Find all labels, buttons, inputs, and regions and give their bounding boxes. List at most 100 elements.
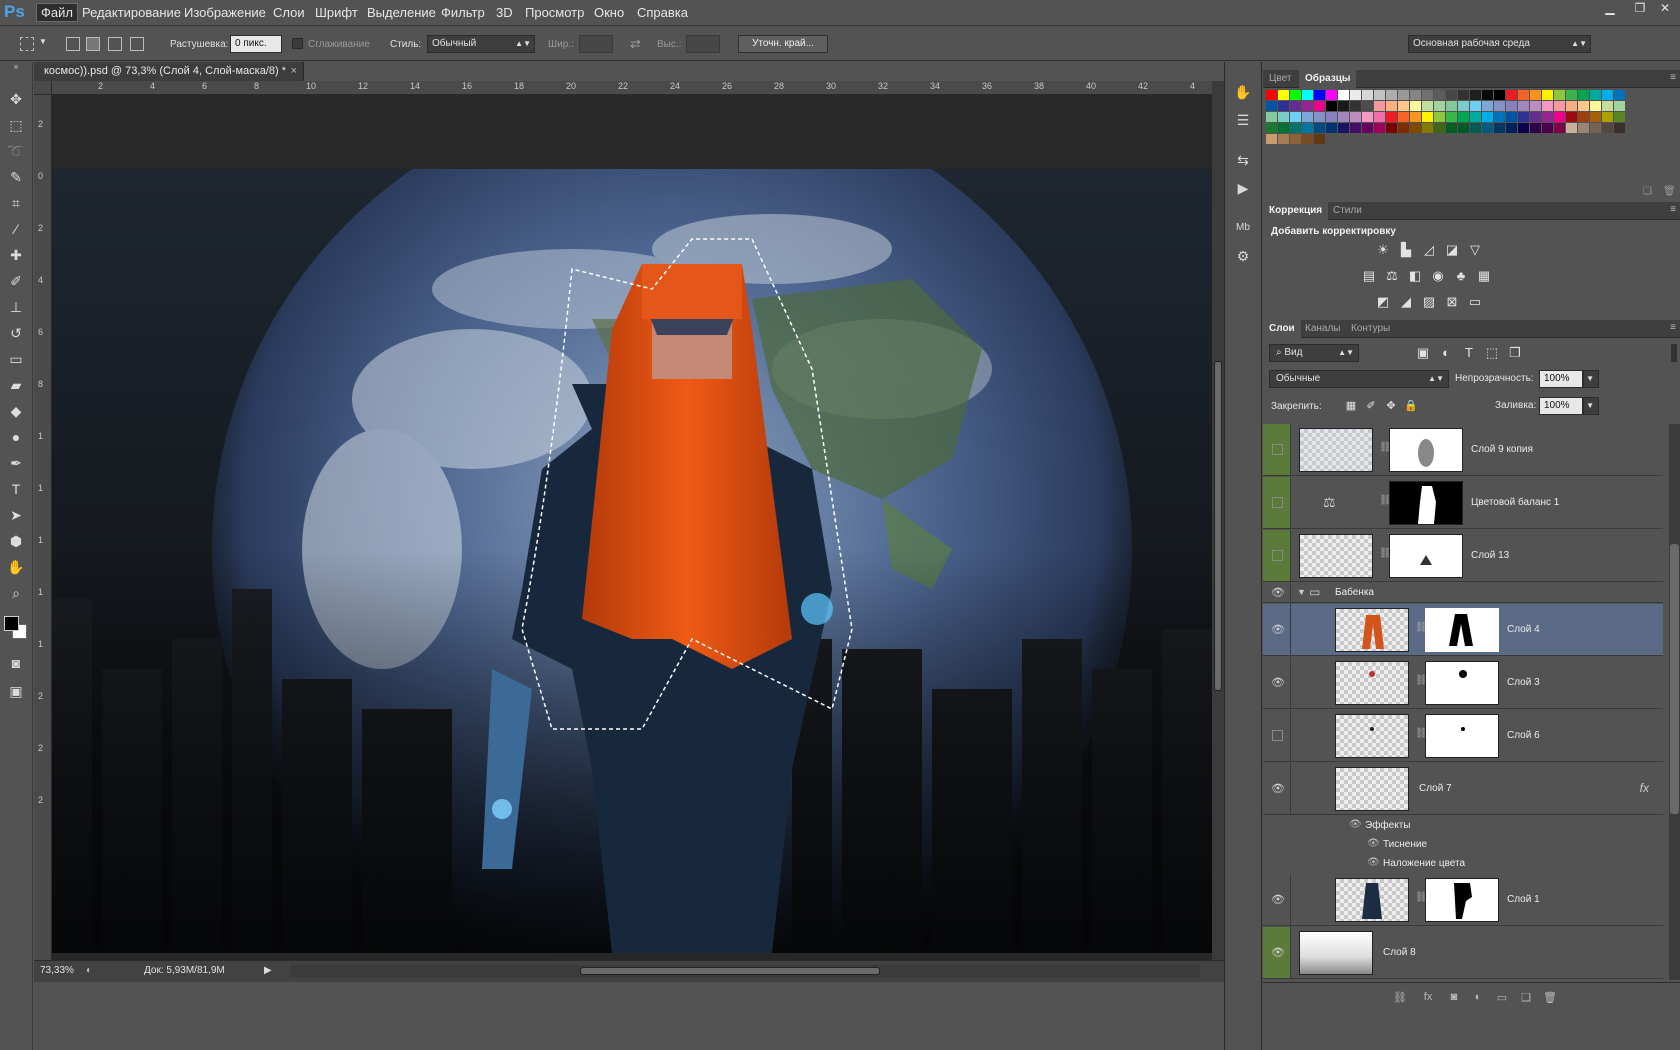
color-swatch[interactable] <box>1362 90 1373 100</box>
color-swatch[interactable] <box>1506 90 1517 100</box>
layer-mask-thumbnail[interactable] <box>1425 608 1499 652</box>
lock-transparency-icon[interactable]: ▦ <box>1343 398 1359 414</box>
color-swatch[interactable] <box>1290 123 1301 133</box>
color-swatch[interactable] <box>1518 101 1529 111</box>
tab-channels[interactable]: Каналы <box>1299 320 1347 338</box>
swap-icon[interactable]: ⇄ <box>630 36 641 52</box>
color-swatch[interactable] <box>1590 101 1601 111</box>
color-swatch[interactable] <box>1470 101 1481 111</box>
close-icon[interactable]: × <box>291 62 297 81</box>
screen-mode-icon[interactable]: ▣ <box>4 680 28 702</box>
color-swatch[interactable] <box>1410 112 1421 122</box>
color-swatch[interactable] <box>1410 123 1421 133</box>
color-swatch[interactable] <box>1542 101 1553 111</box>
color-swatch[interactable] <box>1566 101 1577 111</box>
color-swatch[interactable] <box>1302 101 1313 111</box>
color-swatch[interactable] <box>1554 123 1565 133</box>
color-swatch[interactable] <box>1338 90 1349 100</box>
color-swatch[interactable] <box>1434 101 1445 111</box>
color-swatch[interactable] <box>1350 112 1361 122</box>
stamp-tool-icon[interactable]: ⊥ <box>4 296 28 318</box>
color-swatch[interactable] <box>1518 112 1529 122</box>
shape-tool-icon[interactable]: ⬢ <box>4 530 28 552</box>
layer-row[interactable]: ⛓ Слой 9 копия <box>1263 424 1663 476</box>
foreground-color-swatch[interactable] <box>4 616 19 631</box>
mini-bridge-icon[interactable]: Mb <box>1233 218 1253 238</box>
color-swatch[interactable] <box>1326 112 1337 122</box>
layer-row[interactable]: 👁 Слой 7 fx <box>1263 763 1663 815</box>
visibility-toggle[interactable]: 👁 <box>1263 874 1291 925</box>
eraser-tool-icon[interactable]: ▭ <box>4 348 28 370</box>
filter-smart-icon[interactable]: ❐ <box>1507 345 1523 361</box>
new-adjustment-icon[interactable]: ◐ <box>1471 991 1485 1005</box>
history-icon[interactable]: ✋ <box>1233 82 1253 102</box>
color-swatch[interactable] <box>1554 112 1565 122</box>
selective-color-icon[interactable]: ⊠ <box>1444 294 1460 310</box>
ruler-origin[interactable] <box>34 81 52 95</box>
visibility-toggle[interactable]: 👁 <box>1263 657 1291 708</box>
color-swatch[interactable] <box>1530 101 1541 111</box>
layer-row[interactable]: 👁 ⛓ Слой 1 <box>1263 874 1663 926</box>
color-swatch[interactable] <box>1338 101 1349 111</box>
opacity-input[interactable]: 100% <box>1539 370 1583 388</box>
black-white-icon[interactable]: ◧ <box>1407 268 1423 284</box>
dodge-tool-icon[interactable]: ● <box>4 426 28 448</box>
layer-row[interactable]: 👁 ⛓ Слой 3 <box>1263 657 1663 709</box>
color-swatch[interactable] <box>1410 101 1421 111</box>
color-swatch[interactable] <box>1530 90 1541 100</box>
color-swatch[interactable] <box>1266 123 1277 133</box>
color-swatch[interactable] <box>1266 112 1277 122</box>
color-swatch[interactable] <box>1494 90 1505 100</box>
color-swatch[interactable] <box>1338 112 1349 122</box>
color-swatch[interactable] <box>1542 123 1553 133</box>
color-swatch[interactable] <box>1314 123 1325 133</box>
color-swatch[interactable] <box>1494 101 1505 111</box>
color-swatch[interactable] <box>1530 112 1541 122</box>
fill-input[interactable]: 100% <box>1539 397 1583 415</box>
exposure-icon[interactable]: ◪ <box>1444 242 1460 258</box>
color-swatch[interactable] <box>1506 123 1517 133</box>
color-swatch[interactable] <box>1614 101 1625 111</box>
color-swatch[interactable] <box>1602 112 1613 122</box>
color-swatch[interactable] <box>1290 112 1301 122</box>
color-swatch[interactable] <box>1386 112 1397 122</box>
menu-edit[interactable]: Редактирование <box>82 5 181 20</box>
photo-filter-icon[interactable]: ◉ <box>1430 268 1446 284</box>
filter-pixel-icon[interactable]: ▣ <box>1415 345 1431 361</box>
color-swatch[interactable] <box>1266 101 1277 111</box>
color-swatch[interactable] <box>1614 90 1625 100</box>
visibility-toggle[interactable] <box>1263 424 1291 475</box>
color-swatch[interactable] <box>1518 90 1529 100</box>
style-select[interactable]: Обычный ▲▼ <box>427 35 535 53</box>
color-swatch[interactable] <box>1590 90 1601 100</box>
group-name[interactable]: Бабенка <box>1335 587 1374 598</box>
document-workspace[interactable] <box>52 95 1212 960</box>
color-swatch[interactable] <box>1386 90 1397 100</box>
visibility-toggle[interactable]: 👁 <box>1263 927 1291 978</box>
color-swatch[interactable] <box>1506 101 1517 111</box>
lasso-tool-icon[interactable]: ➰ <box>4 140 28 162</box>
layer-name[interactable]: Слой 7 <box>1419 783 1452 794</box>
color-swatch[interactable] <box>1506 112 1517 122</box>
color-swatch[interactable] <box>1446 112 1457 122</box>
color-swatch[interactable] <box>1422 101 1433 111</box>
layer-group-row[interactable]: 👁 ▼ ▭ Бабенка <box>1263 583 1663 603</box>
menu-image[interactable]: Изображение <box>184 5 266 20</box>
color-swatch[interactable] <box>1350 90 1361 100</box>
color-swatch[interactable] <box>1314 134 1325 144</box>
color-swatch[interactable] <box>1398 90 1409 100</box>
color-swatch[interactable] <box>1314 101 1325 111</box>
color-swatch[interactable] <box>1422 123 1433 133</box>
type-tool-icon[interactable]: T <box>4 478 28 500</box>
layer-name[interactable]: Цветовой баланс 1 <box>1471 497 1559 508</box>
blur-tool-icon[interactable]: ◆ <box>4 400 28 422</box>
color-swatch[interactable] <box>1302 134 1313 144</box>
gradient-tool-icon[interactable]: ▰ <box>4 374 28 396</box>
curves-icon[interactable]: ◿ <box>1421 242 1437 258</box>
zoom-level[interactable]: 73,33% <box>40 961 74 981</box>
quick-mask-icon[interactable]: ◙ <box>4 652 28 674</box>
eye-icon[interactable]: 👁 <box>1367 857 1380 868</box>
color-swatch[interactable] <box>1494 112 1505 122</box>
actions-icon[interactable]: ⇆ <box>1233 150 1253 170</box>
document-tab[interactable]: космос)).psd @ 73,3% (Слой 4, Слой-маска… <box>34 62 304 81</box>
